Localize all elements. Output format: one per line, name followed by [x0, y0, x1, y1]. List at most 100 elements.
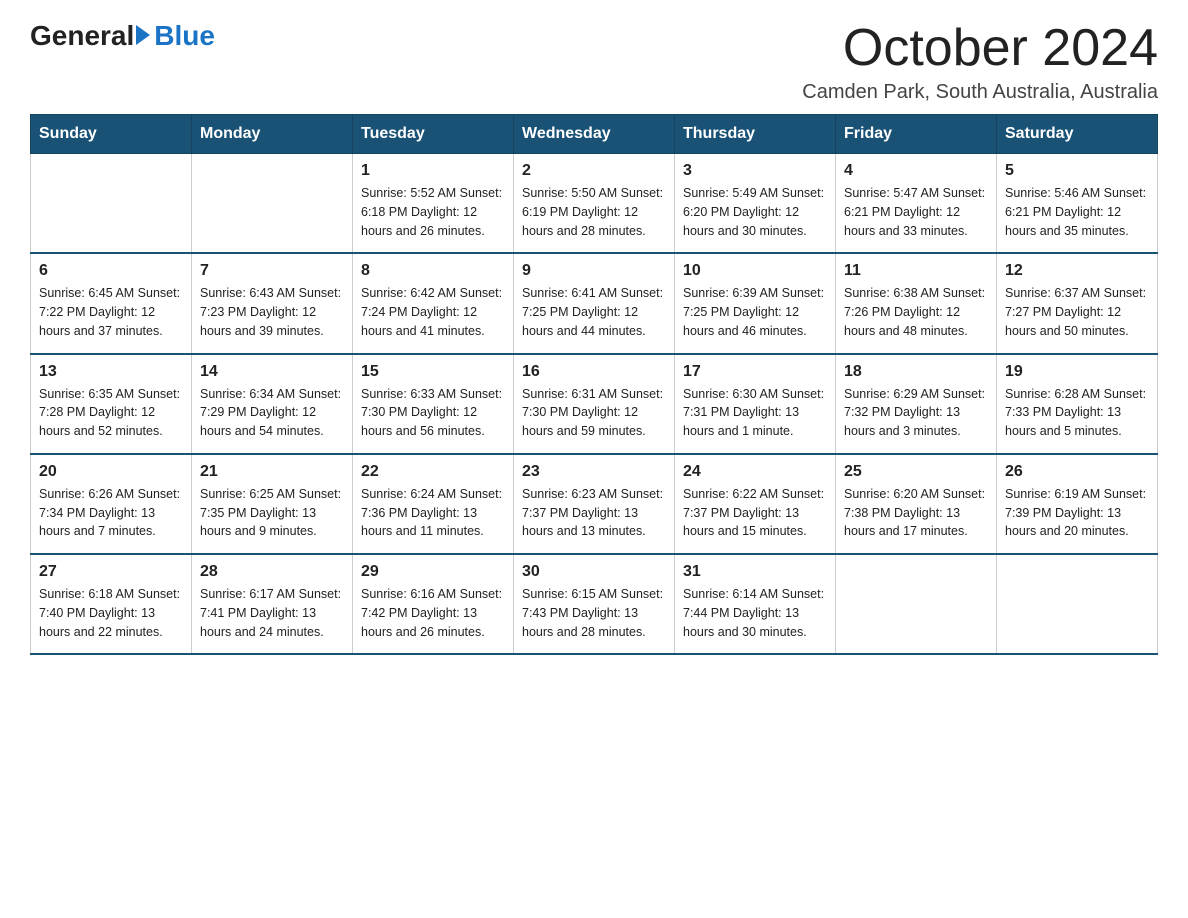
calendar-day-cell: 6 Sunrise: 6:45 AM Sunset: 7:22 PM Daylig…	[31, 253, 192, 353]
day-number: 13	[39, 363, 183, 381]
calendar-day-cell: 18Sunrise: 6:29 AM Sunset: 7:32 PM Dayli…	[836, 354, 997, 454]
day-number: 6	[39, 262, 183, 280]
day-info: Sunrise: 6:34 AM Sunset: 7:29 PM Dayligh…	[200, 385, 344, 441]
header: General Blue October 2024 Camden Park, S…	[30, 20, 1158, 104]
calendar-week-row: 27Sunrise: 6:18 AM Sunset: 7:40 PM Dayli…	[31, 554, 1158, 654]
day-info: Sunrise: 6:24 AM Sunset: 7:36 PM Dayligh…	[361, 485, 505, 541]
title-area: October 2024 Camden Park, South Australi…	[802, 20, 1158, 104]
day-info: Sunrise: 6:15 AM Sunset: 7:43 PM Dayligh…	[522, 585, 666, 641]
day-number: 20	[39, 463, 183, 481]
day-info: Sunrise: 6:22 AM Sunset: 7:37 PM Dayligh…	[683, 485, 827, 541]
day-info: Sunrise: 6:45 AM Sunset: 7:22 PM Dayligh…	[39, 284, 183, 340]
calendar-week-row: 6 Sunrise: 6:45 AM Sunset: 7:22 PM Daylig…	[31, 253, 1158, 353]
calendar-day-cell	[31, 154, 192, 254]
calendar-day-cell	[836, 554, 997, 654]
day-number: 29	[361, 563, 505, 581]
day-number: 12	[1005, 262, 1149, 280]
day-info: Sunrise: 6:33 AM Sunset: 7:30 PM Dayligh…	[361, 385, 505, 441]
calendar-header-row: SundayMondayTuesdayWednesdayThursdayFrid…	[31, 115, 1158, 154]
day-number: 14	[200, 363, 344, 381]
calendar-day-cell: 3 Sunrise: 5:49 AM Sunset: 6:20 PM Daylig…	[675, 154, 836, 254]
calendar-header-cell: Tuesday	[353, 115, 514, 154]
day-info: Sunrise: 6:23 AM Sunset: 7:37 PM Dayligh…	[522, 485, 666, 541]
calendar-day-cell: 27Sunrise: 6:18 AM Sunset: 7:40 PM Dayli…	[31, 554, 192, 654]
calendar-header: SundayMondayTuesdayWednesdayThursdayFrid…	[31, 115, 1158, 154]
calendar-day-cell: 9 Sunrise: 6:41 AM Sunset: 7:25 PM Daylig…	[514, 253, 675, 353]
day-info: Sunrise: 5:49 AM Sunset: 6:20 PM Dayligh…	[683, 184, 827, 240]
calendar-day-cell: 4 Sunrise: 5:47 AM Sunset: 6:21 PM Daylig…	[836, 154, 997, 254]
day-info: Sunrise: 6:43 AM Sunset: 7:23 PM Dayligh…	[200, 284, 344, 340]
day-number: 10	[683, 262, 827, 280]
day-info: Sunrise: 6:38 AM Sunset: 7:26 PM Dayligh…	[844, 284, 988, 340]
calendar-day-cell: 15 Sunrise: 6:33 AM Sunset: 7:30 PM Dayli…	[353, 354, 514, 454]
calendar-day-cell: 24 Sunrise: 6:22 AM Sunset: 7:37 PM Dayli…	[675, 454, 836, 554]
day-info: Sunrise: 6:14 AM Sunset: 7:44 PM Dayligh…	[683, 585, 827, 641]
day-number: 27	[39, 563, 183, 581]
calendar-week-row: 20 Sunrise: 6:26 AM Sunset: 7:34 PM Dayli…	[31, 454, 1158, 554]
day-number: 9	[522, 262, 666, 280]
day-info: Sunrise: 6:31 AM Sunset: 7:30 PM Dayligh…	[522, 385, 666, 441]
day-number: 24	[683, 463, 827, 481]
day-info: Sunrise: 6:26 AM Sunset: 7:34 PM Dayligh…	[39, 485, 183, 541]
day-number: 26	[1005, 463, 1149, 481]
calendar-header-cell: Saturday	[997, 115, 1158, 154]
logo-area: General Blue	[30, 20, 215, 52]
day-number: 25	[844, 463, 988, 481]
day-info: Sunrise: 5:50 AM Sunset: 6:19 PM Dayligh…	[522, 184, 666, 240]
calendar-day-cell: 29 Sunrise: 6:16 AM Sunset: 7:42 PM Dayli…	[353, 554, 514, 654]
day-info: Sunrise: 6:25 AM Sunset: 7:35 PM Dayligh…	[200, 485, 344, 541]
day-info: Sunrise: 6:28 AM Sunset: 7:33 PM Dayligh…	[1005, 385, 1149, 441]
day-info: Sunrise: 6:16 AM Sunset: 7:42 PM Dayligh…	[361, 585, 505, 641]
day-info: Sunrise: 6:30 AM Sunset: 7:31 PM Dayligh…	[683, 385, 827, 441]
day-number: 1	[361, 162, 505, 180]
calendar-body: 1 Sunrise: 5:52 AM Sunset: 6:18 PM Daylig…	[31, 154, 1158, 655]
day-info: Sunrise: 5:46 AM Sunset: 6:21 PM Dayligh…	[1005, 184, 1149, 240]
day-number: 16	[522, 363, 666, 381]
calendar-day-cell: 20 Sunrise: 6:26 AM Sunset: 7:34 PM Dayli…	[31, 454, 192, 554]
calendar-day-cell: 11 Sunrise: 6:38 AM Sunset: 7:26 PM Dayli…	[836, 253, 997, 353]
calendar-header-cell: Wednesday	[514, 115, 675, 154]
page-subtitle: Camden Park, South Australia, Australia	[802, 81, 1158, 104]
calendar-day-cell: 22Sunrise: 6:24 AM Sunset: 7:36 PM Dayli…	[353, 454, 514, 554]
logo-arrow-icon	[136, 25, 150, 45]
day-info: Sunrise: 6:17 AM Sunset: 7:41 PM Dayligh…	[200, 585, 344, 641]
page-title: October 2024	[802, 20, 1158, 77]
calendar-day-cell: 8 Sunrise: 6:42 AM Sunset: 7:24 PM Daylig…	[353, 253, 514, 353]
day-number: 4	[844, 162, 988, 180]
calendar-table: SundayMondayTuesdayWednesdayThursdayFrid…	[30, 114, 1158, 655]
day-number: 11	[844, 262, 988, 280]
calendar-week-row: 1 Sunrise: 5:52 AM Sunset: 6:18 PM Daylig…	[31, 154, 1158, 254]
logo-general-text: General	[30, 20, 134, 52]
calendar-day-cell: 16 Sunrise: 6:31 AM Sunset: 7:30 PM Dayli…	[514, 354, 675, 454]
day-info: Sunrise: 5:47 AM Sunset: 6:21 PM Dayligh…	[844, 184, 988, 240]
day-info: Sunrise: 6:37 AM Sunset: 7:27 PM Dayligh…	[1005, 284, 1149, 340]
day-info: Sunrise: 6:20 AM Sunset: 7:38 PM Dayligh…	[844, 485, 988, 541]
calendar-day-cell: 31Sunrise: 6:14 AM Sunset: 7:44 PM Dayli…	[675, 554, 836, 654]
calendar-day-cell: 25 Sunrise: 6:20 AM Sunset: 7:38 PM Dayli…	[836, 454, 997, 554]
calendar-header-cell: Friday	[836, 115, 997, 154]
calendar-day-cell: 23 Sunrise: 6:23 AM Sunset: 7:37 PM Dayli…	[514, 454, 675, 554]
day-info: Sunrise: 6:39 AM Sunset: 7:25 PM Dayligh…	[683, 284, 827, 340]
calendar-day-cell: 17Sunrise: 6:30 AM Sunset: 7:31 PM Dayli…	[675, 354, 836, 454]
day-number: 23	[522, 463, 666, 481]
calendar-day-cell: 30Sunrise: 6:15 AM Sunset: 7:43 PM Dayli…	[514, 554, 675, 654]
day-info: Sunrise: 5:52 AM Sunset: 6:18 PM Dayligh…	[361, 184, 505, 240]
logo-blue-text: Blue	[154, 20, 215, 52]
calendar-day-cell: 26Sunrise: 6:19 AM Sunset: 7:39 PM Dayli…	[997, 454, 1158, 554]
calendar-day-cell: 1 Sunrise: 5:52 AM Sunset: 6:18 PM Daylig…	[353, 154, 514, 254]
day-number: 21	[200, 463, 344, 481]
day-info: Sunrise: 6:29 AM Sunset: 7:32 PM Dayligh…	[844, 385, 988, 441]
calendar-day-cell: 5Sunrise: 5:46 AM Sunset: 6:21 PM Daylig…	[997, 154, 1158, 254]
day-number: 7	[200, 262, 344, 280]
calendar-header-cell: Sunday	[31, 115, 192, 154]
calendar-day-cell: 14 Sunrise: 6:34 AM Sunset: 7:29 PM Dayli…	[192, 354, 353, 454]
day-number: 15	[361, 363, 505, 381]
day-info: Sunrise: 6:42 AM Sunset: 7:24 PM Dayligh…	[361, 284, 505, 340]
calendar-day-cell: 19 Sunrise: 6:28 AM Sunset: 7:33 PM Dayli…	[997, 354, 1158, 454]
day-number: 8	[361, 262, 505, 280]
day-number: 19	[1005, 363, 1149, 381]
calendar-day-cell: 12 Sunrise: 6:37 AM Sunset: 7:27 PM Dayli…	[997, 253, 1158, 353]
calendar-day-cell: 10 Sunrise: 6:39 AM Sunset: 7:25 PM Dayli…	[675, 253, 836, 353]
day-number: 3	[683, 162, 827, 180]
day-info: Sunrise: 6:41 AM Sunset: 7:25 PM Dayligh…	[522, 284, 666, 340]
